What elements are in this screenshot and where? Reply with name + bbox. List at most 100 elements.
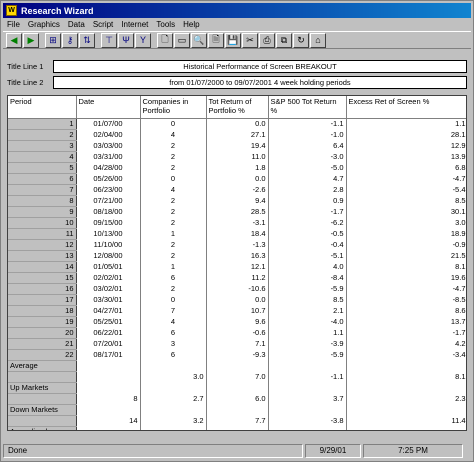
sp500-cell[interactable]: -1.7 xyxy=(268,206,347,217)
column-header-date[interactable]: Date xyxy=(76,96,141,119)
refresh-button[interactable]: ↻ xyxy=(293,32,309,48)
companies-cell[interactable]: 2 xyxy=(140,140,207,151)
cut-button[interactable]: ✂ xyxy=(242,32,258,48)
summary-date-cell[interactable]: 14 xyxy=(76,415,141,426)
print-button[interactable]: ⎙ xyxy=(259,32,275,48)
excess-cell[interactable]: 8.6 xyxy=(346,305,466,316)
period-cell[interactable]: 20 xyxy=(8,327,77,339)
summary-tot-cell[interactable] xyxy=(206,382,269,393)
date-cell[interactable]: 02/04/00 xyxy=(76,129,141,140)
summary-excess-cell[interactable] xyxy=(346,382,466,393)
sp500-cell[interactable]: 1.1 xyxy=(268,327,347,338)
summary-sp-cell[interactable] xyxy=(268,404,347,415)
excess-cell[interactable]: 18.9 xyxy=(346,228,466,239)
date-cell[interactable]: 03/30/01 xyxy=(76,294,141,305)
companies-cell[interactable]: 1 xyxy=(140,228,207,239)
summary-excess-cell[interactable]: 2.3 xyxy=(346,393,466,404)
summary-tot-cell[interactable] xyxy=(206,360,269,371)
sp500-cell[interactable]: 0.9 xyxy=(268,195,347,206)
summary-companies-cell[interactable] xyxy=(140,382,207,393)
excess-cell[interactable]: 30.1 xyxy=(346,206,466,217)
date-cell[interactable]: 03/31/00 xyxy=(76,151,141,162)
summary-date-cell[interactable] xyxy=(76,404,141,415)
date-cell[interactable]: 05/25/01 xyxy=(76,316,141,327)
tot-return-cell[interactable]: -10.6 xyxy=(206,283,269,294)
period-cell[interactable]: 19 xyxy=(8,316,77,328)
tot-return-cell[interactable]: 16.3 xyxy=(206,250,269,261)
tot-return-cell[interactable]: 10.7 xyxy=(206,305,269,316)
companies-cell[interactable]: 2 xyxy=(140,206,207,217)
period-cell[interactable]: 17 xyxy=(8,294,77,306)
excess-cell[interactable]: 3.0 xyxy=(346,217,466,228)
summary-date-cell[interactable] xyxy=(76,360,141,371)
tot-return-cell[interactable]: 9.6 xyxy=(206,316,269,327)
sp500-cell[interactable]: -0.5 xyxy=(268,228,347,239)
sp500-cell[interactable]: 6.4 xyxy=(268,140,347,151)
period-cell[interactable]: 1 xyxy=(8,118,77,130)
column-header-excess-return[interactable]: Excess Ret of Screen % xyxy=(346,96,466,119)
column-header-period[interactable]: Period xyxy=(8,96,77,119)
tot-return-cell[interactable]: 27.1 xyxy=(206,129,269,140)
period-cell[interactable]: 5 xyxy=(8,162,77,174)
excess-cell[interactable]: -4.7 xyxy=(346,283,466,294)
date-cell[interactable]: 08/17/01 xyxy=(76,349,141,360)
sp500-cell[interactable]: -5.0 xyxy=(268,162,347,173)
tot-return-cell[interactable]: 19.4 xyxy=(206,140,269,151)
summary-label-cell[interactable]: Up Markets xyxy=(8,382,77,394)
date-cell[interactable]: 07/21/00 xyxy=(76,195,141,206)
sp500-cell[interactable]: -5.9 xyxy=(268,349,347,360)
summary-excess-cell[interactable] xyxy=(346,404,466,415)
excess-cell[interactable]: 13.9 xyxy=(346,151,466,162)
summary-excess-cell[interactable]: 8.1 xyxy=(346,371,466,382)
excess-cell[interactable]: 8.5 xyxy=(346,195,466,206)
summary-sp-cell[interactable]: -1.1 xyxy=(268,371,347,382)
summary-date-cell[interactable]: 8 xyxy=(76,393,141,404)
date-cell[interactable]: 06/22/01 xyxy=(76,327,141,338)
companies-cell[interactable]: 1 xyxy=(140,261,207,272)
menu-internet[interactable]: Internet xyxy=(117,20,152,29)
sort-button[interactable]: ⇅ xyxy=(79,32,95,48)
period-cell[interactable]: 13 xyxy=(8,250,77,262)
companies-cell[interactable]: 2 xyxy=(140,217,207,228)
tot-return-cell[interactable]: 12.1 xyxy=(206,261,269,272)
tree-button[interactable]: Ψ xyxy=(118,32,134,48)
period-cell[interactable]: 2 xyxy=(8,129,77,141)
period-cell[interactable]: 15 xyxy=(8,272,77,284)
tot-return-cell[interactable]: 11.2 xyxy=(206,272,269,283)
summary-companies-cell[interactable] xyxy=(140,426,207,430)
key-button[interactable]: ⚷ xyxy=(62,32,78,48)
copy-button[interactable]: ⧉ xyxy=(276,32,292,48)
companies-cell[interactable]: 0 xyxy=(140,173,207,184)
period-cell[interactable]: 6 xyxy=(8,173,77,185)
period-cell[interactable]: 3 xyxy=(8,140,77,152)
preview-button[interactable]: 🔍 xyxy=(191,32,207,48)
export-button[interactable]: 🗎 xyxy=(208,32,224,48)
date-cell[interactable]: 10/13/00 xyxy=(76,228,141,239)
excess-cell[interactable]: 1.1 xyxy=(346,118,466,129)
tot-return-cell[interactable]: 0.0 xyxy=(206,294,269,305)
excess-cell[interactable]: 21.5 xyxy=(346,250,466,261)
companies-cell[interactable]: 7 xyxy=(140,305,207,316)
open-folder-button[interactable]: ▭ xyxy=(174,32,190,48)
column-header-sp500-return[interactable]: S&P 500 Tot Return % xyxy=(268,96,347,119)
summary-excess-cell[interactable]: 11.4 xyxy=(346,415,466,426)
summary-label-cell[interactable]: Down Markets xyxy=(8,404,77,416)
tot-return-cell[interactable]: 28.5 xyxy=(206,206,269,217)
period-cell[interactable]: 16 xyxy=(8,283,77,295)
date-cell[interactable]: 06/23/00 xyxy=(76,184,141,195)
tot-return-cell[interactable]: -3.1 xyxy=(206,217,269,228)
period-cell[interactable]: 9 xyxy=(8,206,77,218)
excess-cell[interactable]: -4.7 xyxy=(346,173,466,184)
save-button[interactable]: 💾 xyxy=(225,32,241,48)
period-cell[interactable]: 10 xyxy=(8,217,77,229)
tot-return-cell[interactable]: 0.0 xyxy=(206,118,269,129)
summary-label-cell[interactable] xyxy=(8,393,77,405)
companies-cell[interactable]: 6 xyxy=(140,272,207,283)
tot-return-cell[interactable]: -2.6 xyxy=(206,184,269,195)
period-cell[interactable]: 7 xyxy=(8,184,77,196)
date-cell[interactable]: 11/10/00 xyxy=(76,239,141,250)
companies-cell[interactable]: 2 xyxy=(140,239,207,250)
tot-return-cell[interactable]: 18.4 xyxy=(206,228,269,239)
sp500-cell[interactable]: -5.9 xyxy=(268,283,347,294)
summary-label-cell[interactable]: Annualized xyxy=(8,426,77,430)
